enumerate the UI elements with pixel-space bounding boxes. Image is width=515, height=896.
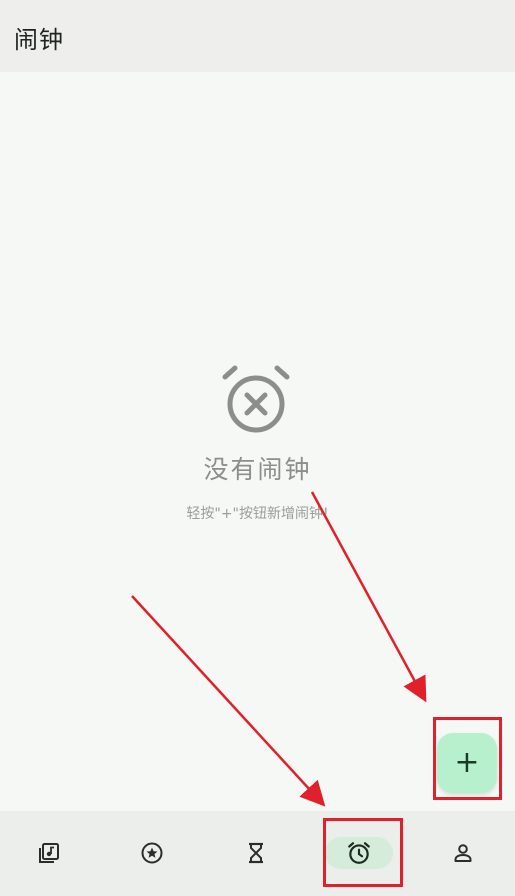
annotation-arrow-to-alarm-tab: [131, 595, 326, 807]
annotation-box-add-button: [433, 717, 502, 800]
empty-state-title: 没有闹钟: [203, 455, 312, 484]
empty-state-hint: 轻按"+"按钮新增闹钟!: [186, 506, 329, 522]
hourglass-icon: [249, 842, 263, 864]
annotation-box-alarm-tab: [323, 818, 403, 887]
app-bar: 闹钟: [0, 0, 515, 72]
nav-item-timer[interactable]: [222, 831, 290, 875]
music-library-icon: [39, 843, 59, 863]
person-icon: [454, 844, 472, 862]
bottom-nav: [0, 811, 515, 896]
nav-item-music-library[interactable]: [15, 831, 83, 875]
star-circle-icon: [141, 842, 163, 864]
nav-item-favorites[interactable]: [118, 831, 186, 875]
alarm-off-icon: [222, 365, 290, 433]
page-title: 闹钟: [14, 26, 64, 54]
nav-item-profile[interactable]: [429, 831, 497, 875]
